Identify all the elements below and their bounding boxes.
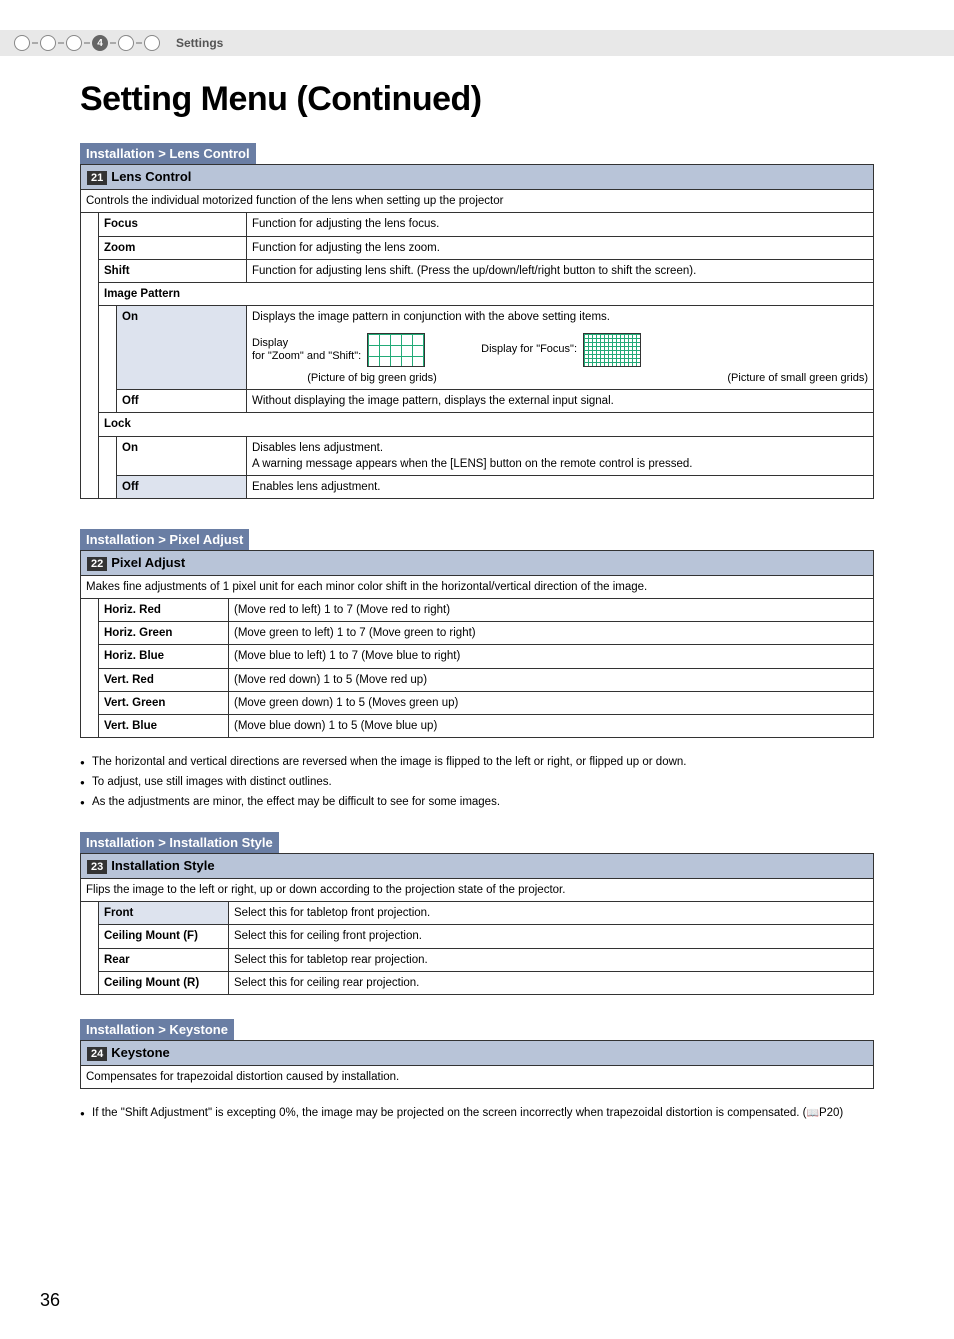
shift-desc: Function for adjusting lens shift. (Pres… [247,259,874,282]
horiz-green-label: Horiz. Green [99,622,229,645]
front-label: Front [99,902,229,925]
vert-red-label: Vert. Red [99,668,229,691]
lens-control-section: Installation > Lens Control 21Lens Contr… [80,143,874,499]
keystone-notes: If the "Shift Adjustment" is excepting 0… [80,1107,874,1119]
ceiling-f-label: Ceiling Mount (F) [99,925,229,948]
step-3 [66,35,82,51]
lock-off-label: Off [117,475,247,498]
pixel-adjust-path: Installation > Pixel Adjust [80,529,249,550]
ceiling-r-label: Ceiling Mount (R) [99,971,229,994]
keystone-desc: Compensates for trapezoidal distortion c… [81,1066,874,1089]
keystone-section: Installation > Keystone 24Keystone Compe… [80,1019,874,1089]
image-pattern-off-desc: Without displaying the image pattern, di… [247,390,874,413]
lock-on-desc: Disables lens adjustment. A warning mess… [247,436,874,475]
lens-control-path: Installation > Lens Control [80,143,256,164]
lock-on-label: On [117,436,247,475]
step-1 [14,35,30,51]
lock-off-desc: Enables lens adjustment. [247,475,874,498]
image-pattern-off-label: Off [117,390,247,413]
vert-blue-label: Vert. Blue [99,714,229,737]
keystone-path: Installation > Keystone [80,1019,234,1040]
installation-style-heading: 23Installation Style [81,853,874,878]
step-4-active: 4 [92,35,108,51]
horiz-blue-label: Horiz. Blue [99,645,229,668]
lens-control-desc: Controls the individual motorized functi… [81,190,874,213]
focus-label: Focus [99,213,247,236]
lens-control-heading: 21Lens Control [81,165,874,190]
page-number: 36 [40,1290,60,1311]
reference-icon [807,1107,819,1119]
step-6 [144,35,160,51]
pixel-adjust-notes: The horizontal and vertical directions a… [80,756,874,808]
installation-style-desc: Flips the image to the left or right, up… [81,879,874,902]
image-pattern-on-desc: Displays the image pattern in conjunctio… [247,305,874,389]
pixel-adjust-heading: 22Pixel Adjust [81,550,874,575]
breadcrumb-bar: 4 Settings [0,30,954,56]
pixel-adjust-desc: Makes fine adjustments of 1 pixel unit f… [81,576,874,599]
image-pattern-on-label: On [117,305,247,389]
image-pattern-label: Image Pattern [99,282,874,305]
zoom-desc: Function for adjusting the lens zoom. [247,236,874,259]
keystone-heading: 24Keystone [81,1040,874,1065]
shift-label: Shift [99,259,247,282]
header-section-label: Settings [176,36,223,50]
pixel-adjust-section: Installation > Pixel Adjust 22Pixel Adju… [80,529,874,738]
step-2 [40,35,56,51]
big-grid-icon [367,333,425,367]
rear-label: Rear [99,948,229,971]
vert-green-label: Vert. Green [99,691,229,714]
zoom-label: Zoom [99,236,247,259]
focus-desc: Function for adjusting the lens focus. [247,213,874,236]
installation-style-section: Installation > Installation Style 23Inst… [80,832,874,995]
horiz-red-label: Horiz. Red [99,599,229,622]
lock-label: Lock [99,413,874,436]
small-grid-icon [583,333,641,367]
installation-style-path: Installation > Installation Style [80,832,279,853]
page-title: Setting Menu (Continued) [80,80,954,119]
step-5 [118,35,134,51]
